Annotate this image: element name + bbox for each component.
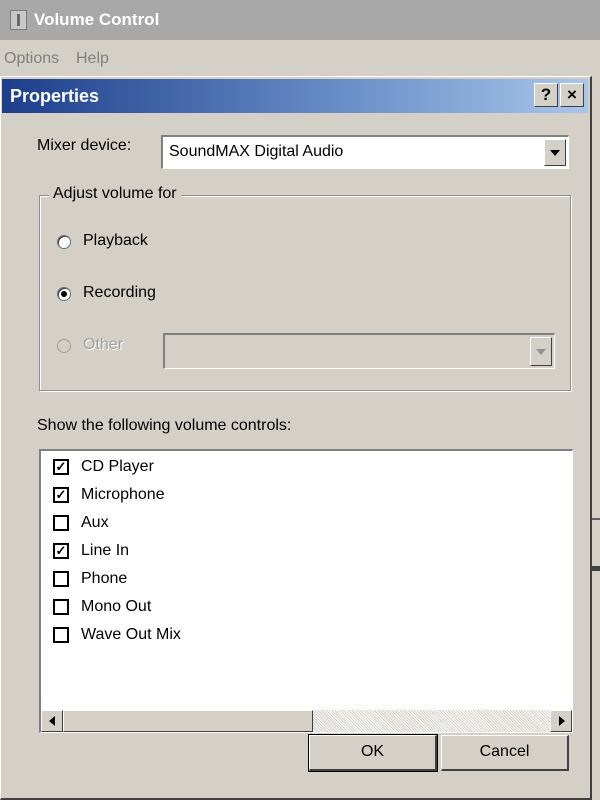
ok-button[interactable]: OK xyxy=(308,734,438,772)
checkbox-microphone[interactable]: ✓ xyxy=(53,487,69,503)
volume-controls-list[interactable]: ✓ CD Player ✓ Microphone Aux ✓ Line In P… xyxy=(39,449,573,733)
list-item-label: Aux xyxy=(81,514,109,531)
help-button[interactable]: ? xyxy=(534,83,558,107)
checkbox-aux[interactable] xyxy=(53,515,69,531)
radio-playback-label[interactable]: Playback xyxy=(83,232,148,250)
volume-control-app-icon xyxy=(10,10,27,30)
checkbox-mono-out[interactable] xyxy=(53,599,69,615)
checkbox-cd-player[interactable]: ✓ xyxy=(53,459,69,475)
background-window-divider xyxy=(592,566,600,571)
properties-dialog: Properties ? × Mixer device: SoundMAX Di… xyxy=(0,76,592,800)
other-device-dropdown-button xyxy=(530,337,552,366)
radio-playback[interactable] xyxy=(57,235,71,249)
mixer-device-select[interactable]: SoundMAX Digital Audio xyxy=(161,135,569,169)
cancel-button[interactable]: Cancel xyxy=(441,735,569,771)
radio-recording-label[interactable]: Recording xyxy=(83,284,156,302)
volume-control-titlebar: Volume Control xyxy=(0,0,600,40)
list-item-label: Mono Out xyxy=(81,598,152,615)
menu-options[interactable]: Options xyxy=(4,44,59,74)
radio-recording[interactable] xyxy=(57,287,71,301)
checkbox-phone[interactable] xyxy=(53,571,69,587)
checkbox-line-in[interactable]: ✓ xyxy=(53,543,69,559)
scroll-left-button[interactable] xyxy=(41,710,63,732)
mixer-device-dropdown-button[interactable] xyxy=(544,139,566,166)
radio-other-label: Other xyxy=(83,336,124,353)
menubar: Options Help xyxy=(0,44,600,74)
other-device-select xyxy=(163,333,555,369)
list-item-label: Wave Out Mix xyxy=(81,626,181,643)
chevron-down-icon xyxy=(536,348,546,355)
close-button[interactable]: × xyxy=(560,83,584,107)
radio-other xyxy=(57,339,71,353)
menu-help[interactable]: Help xyxy=(76,44,109,74)
chevron-down-icon xyxy=(550,149,560,156)
scroll-right-button[interactable] xyxy=(550,710,572,732)
background-window-bottom xyxy=(0,800,600,808)
mixer-device-label: Mixer device: xyxy=(37,137,132,154)
background-window-edge xyxy=(592,76,600,800)
window-title: Volume Control xyxy=(34,10,160,29)
checkbox-wave-out-mix[interactable] xyxy=(53,627,69,643)
show-controls-label: Show the following volume controls: xyxy=(37,417,292,434)
horizontal-scrollbar[interactable] xyxy=(41,710,572,732)
list-item-label: Microphone xyxy=(81,486,165,503)
arrow-right-icon xyxy=(559,716,565,726)
list-item-label: Line In xyxy=(81,542,130,559)
scrollbar-thumb[interactable] xyxy=(63,710,313,732)
background-window-divider xyxy=(592,518,600,520)
dialog-titlebar[interactable]: Properties ? × xyxy=(2,79,588,113)
dialog-title: Properties xyxy=(10,86,100,106)
mixer-device-value: SoundMAX Digital Audio xyxy=(169,143,344,160)
adjust-volume-legend: Adjust volume for xyxy=(49,185,181,203)
list-item-label: Phone xyxy=(81,570,128,587)
list-item-label: CD Player xyxy=(81,458,154,475)
arrow-left-icon xyxy=(49,716,55,726)
